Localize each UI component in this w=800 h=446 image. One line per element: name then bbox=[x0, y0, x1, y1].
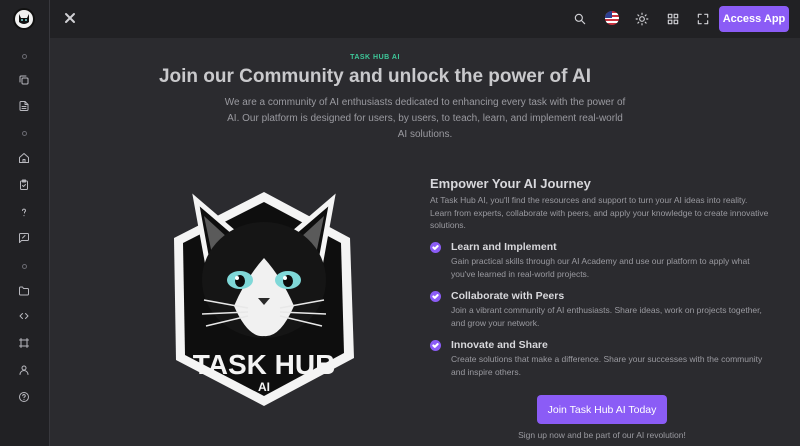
task-hub-logo: TASK HUB AI bbox=[168, 188, 360, 410]
main-content: TASK HUB AI Join our Community and unloc… bbox=[50, 38, 800, 446]
cat-logo-icon bbox=[19, 14, 29, 24]
section-dot bbox=[22, 131, 27, 136]
journey-text: At Task Hub AI, you'll find the resource… bbox=[430, 195, 769, 230]
journey-section: Empower Your AI Journey At Task Hub AI, … bbox=[430, 176, 770, 379]
sun-icon[interactable] bbox=[634, 11, 650, 27]
feature-text: Create solutions that make a difference.… bbox=[451, 353, 763, 377]
copy-icon[interactable] bbox=[16, 72, 32, 88]
section-dot bbox=[22, 264, 27, 269]
clipboard-check-icon[interactable] bbox=[16, 177, 32, 193]
page-title: Join our Community and unlock the power … bbox=[158, 66, 592, 87]
topbar: Access App bbox=[50, 0, 800, 38]
fullscreen-icon[interactable] bbox=[695, 11, 711, 27]
code-icon[interactable] bbox=[16, 308, 32, 324]
us-flag-icon[interactable] bbox=[605, 11, 619, 25]
feature-title: Learn and Implement bbox=[451, 240, 557, 253]
join-button[interactable]: Join Task Hub AI Today bbox=[537, 395, 667, 424]
document-icon[interactable] bbox=[16, 98, 32, 114]
check-circle-icon bbox=[430, 290, 441, 302]
frame-icon[interactable] bbox=[16, 335, 32, 351]
eyebrow-label: TASK HUB AI bbox=[350, 54, 400, 61]
signup-note: Sign up now and be part of our AI revolu… bbox=[518, 430, 686, 440]
help-icon[interactable] bbox=[16, 204, 32, 220]
cat-logo-illustration: TASK HUB AI bbox=[174, 192, 354, 406]
user-icon[interactable] bbox=[16, 362, 32, 378]
search-icon[interactable] bbox=[572, 11, 588, 27]
journey-title: Empower Your AI Journey bbox=[430, 176, 591, 191]
access-app-button[interactable]: Access App bbox=[719, 6, 789, 32]
app-logo[interactable] bbox=[13, 8, 35, 30]
folder-icon[interactable] bbox=[16, 283, 32, 299]
logo-text-line2: AI bbox=[258, 380, 270, 394]
feature-text: Gain practical skills through our AI Aca… bbox=[451, 255, 750, 279]
sidebar bbox=[0, 0, 50, 446]
home-icon[interactable] bbox=[16, 150, 32, 166]
feature-item: Learn and Implement Gain practical skill… bbox=[430, 241, 770, 281]
feature-text: Join a vibrant community of AI enthusias… bbox=[451, 304, 762, 328]
close-icon[interactable] bbox=[62, 10, 78, 26]
logo-text-line1: TASK HUB bbox=[193, 349, 336, 380]
question-circle-icon[interactable] bbox=[16, 389, 32, 405]
feature-title: Innovate and Share bbox=[451, 338, 548, 351]
feature-item: Collaborate with Peers Join a vibrant co… bbox=[430, 290, 770, 330]
intro-text: We are a community of AI enthusiasts ded… bbox=[224, 97, 626, 140]
check-circle-icon bbox=[430, 241, 441, 253]
feature-item: Innovate and Share Create solutions that… bbox=[430, 339, 770, 379]
check-circle-icon bbox=[430, 339, 441, 351]
grid-icon[interactable] bbox=[665, 11, 681, 27]
section-dot bbox=[22, 54, 27, 59]
feature-title: Collaborate with Peers bbox=[451, 289, 565, 302]
message-edit-icon[interactable] bbox=[16, 230, 32, 246]
